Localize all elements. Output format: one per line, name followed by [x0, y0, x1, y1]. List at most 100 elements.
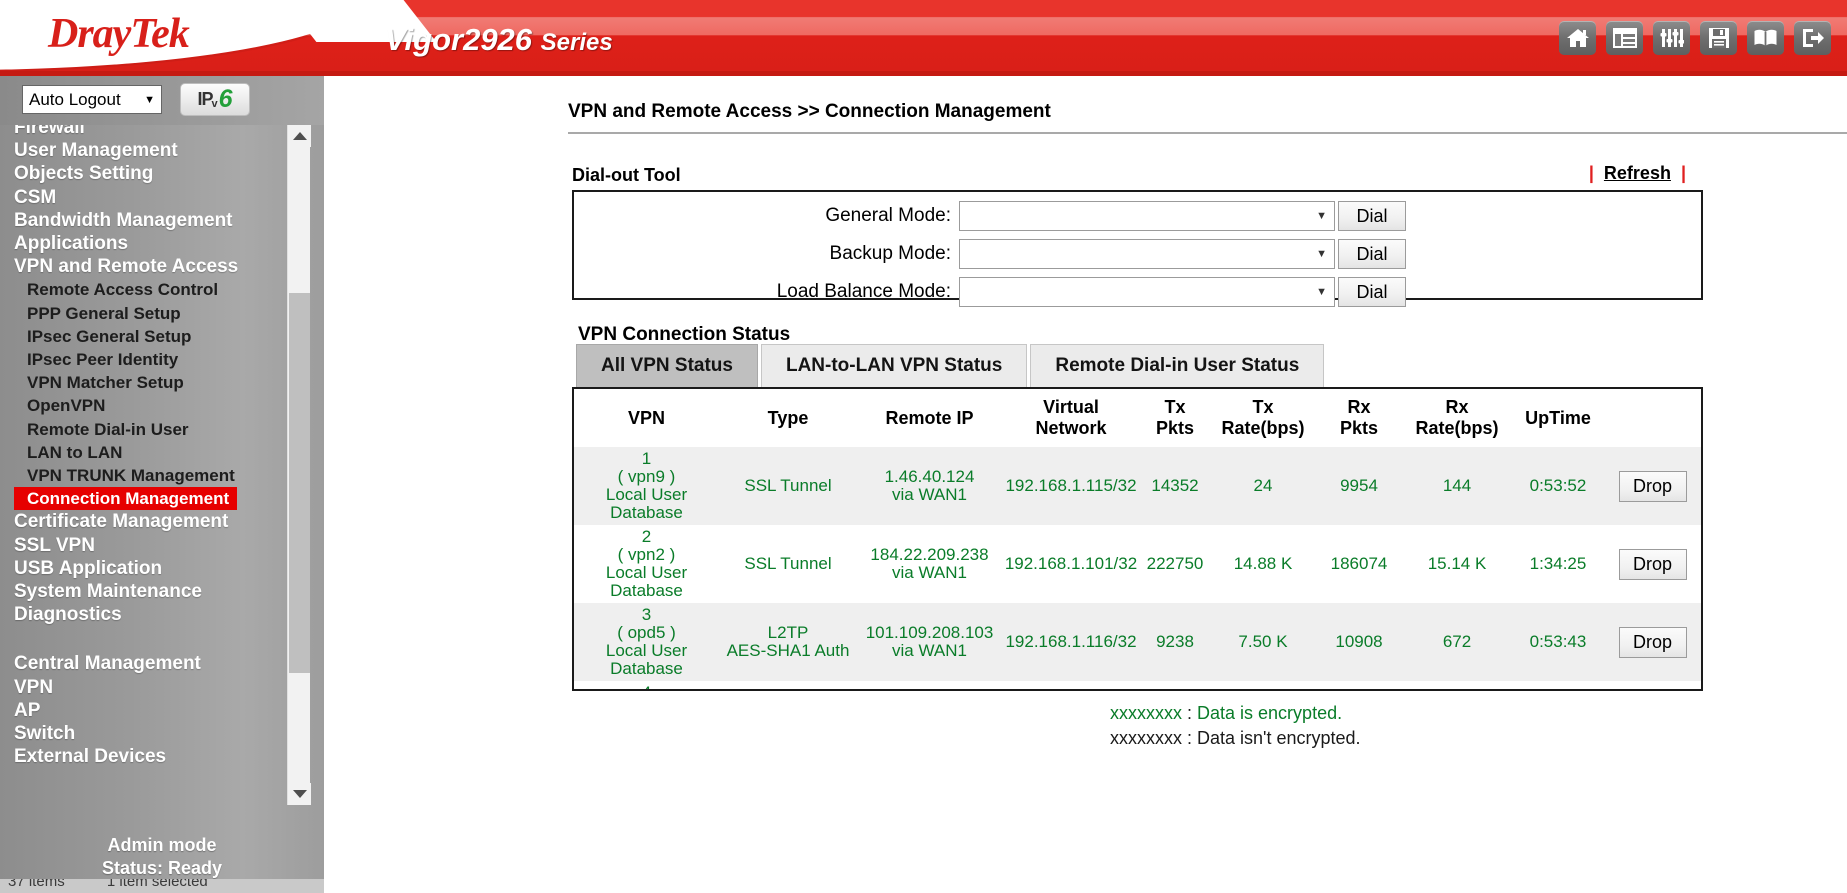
vpn-table-col-line: Rx: [1445, 397, 1469, 417]
sidebar-item-certificate-management[interactable]: Certificate Management: [14, 510, 298, 533]
legend-row: xxxxxxxx : Data isn't encrypted.: [1110, 726, 1361, 751]
sidebar-item-system-maintenance[interactable]: System Maintenance: [14, 580, 298, 603]
dial-out-label: General Mode:: [825, 205, 951, 226]
sidebar-item-bandwidth-management[interactable]: Bandwidth Management: [14, 209, 298, 232]
sidebar-item-switch[interactable]: Switch: [14, 722, 298, 745]
vpn-table-col-tx-rate-bps: Tx Rate(bps): [1210, 389, 1316, 447]
legend-marker: xxxxxxxx: [1110, 728, 1182, 748]
vpn-table-col-line: Type: [767, 407, 809, 428]
sidebar-item-user-management[interactable]: User Management: [14, 139, 298, 162]
chevron-down-icon: ▼: [1316, 210, 1327, 222]
legend-marker: xxxxxxxx: [1110, 703, 1182, 723]
sidebar-item-connection-management[interactable]: Connection Management: [14, 487, 238, 511]
home-icon[interactable]: [1559, 21, 1596, 55]
vpn-remote-ip: 184.22.209.238: [870, 545, 989, 564]
logo-tek: Tek: [130, 11, 189, 57]
ipv6-ip-text: IP: [197, 89, 213, 109]
vpn-type-cell: L2TPAES-SHA1 Auth: [719, 603, 857, 681]
sidebar-item-vpn-trunk-management[interactable]: VPN TRUNK Management: [14, 464, 298, 487]
sidebar-item-firewall[interactable]: Firewall: [14, 125, 298, 139]
vpn-table-col-action: [1604, 389, 1701, 447]
vpn-type-cell: SSL Tunnel: [719, 525, 857, 603]
vpn-rx-pkts-cell: 186074: [1316, 525, 1402, 603]
sidebar-item-ipsec-peer-identity[interactable]: IPsec Peer Identity: [14, 348, 298, 371]
dial-button[interactable]: Dial: [1338, 239, 1406, 269]
ipv6-v-text: v: [211, 97, 218, 110]
vpn-cell: 3( opd5 ) Local User Database: [574, 603, 719, 681]
sidebar-item-usb-application[interactable]: USB Application: [14, 557, 298, 580]
model-series: Series: [540, 29, 613, 56]
sidebar-item-vpn-matcher-setup[interactable]: VPN Matcher Setup: [14, 371, 298, 394]
sidebar: Auto Logout ▼ IP v 6 Firewall User Manageme…: [0, 76, 324, 893]
save-icon[interactable]: [1700, 21, 1737, 55]
sidebar-item-ipsec-general-setup[interactable]: IPsec General Setup: [14, 325, 298, 348]
sidebar-item-applications[interactable]: Applications: [14, 232, 298, 255]
sidebar-item-remote-dial-in-user[interactable]: Remote Dial-in User: [14, 418, 298, 441]
vpn-rx-rate-cell: 672: [1402, 603, 1512, 681]
sliders-icon[interactable]: [1653, 21, 1690, 55]
dial-out-mode-select[interactable]: ▼: [959, 239, 1335, 269]
dial-out-tool-title: Dial-out Tool: [572, 165, 681, 185]
dial-button[interactable]: Dial: [1338, 277, 1406, 307]
vpn-connection-status-title: VPN Connection Status: [578, 324, 791, 345]
manual-icon[interactable]: [1747, 21, 1784, 55]
sidebar-item-ap[interactable]: AP: [14, 699, 298, 722]
dial-out-label: Backup Mode:: [829, 243, 951, 264]
main-content: VPN and Remote Access >> Connection Mana…: [324, 76, 1847, 893]
dial-out-tool-panel: General Mode: ▼ Dial Backup Mode: ▼ Dial Load …: [572, 190, 1703, 307]
vpn-table-col-line: Rx: [1347, 397, 1371, 417]
sidebar-item-openvpn[interactable]: OpenVPN: [14, 394, 298, 417]
sidebar-item-lan-to-lan[interactable]: LAN to LAN: [14, 441, 298, 464]
ipv6-badge[interactable]: IP v 6: [180, 83, 250, 116]
vpn-index: 2: [641, 527, 652, 546]
refresh-link[interactable]: Refresh: [1604, 163, 1671, 183]
vpn-table-col-line: Rate(bps): [1415, 418, 1499, 438]
breadcrumb: VPN and Remote Access >> Connection Mana…: [568, 101, 1051, 122]
sidebar-item-ppp-general-setup[interactable]: PPP General Setup: [14, 302, 298, 325]
sidebar-item-diagnostics[interactable]: Diagnostics: [14, 603, 298, 626]
sidebar-item-ssl-vpn[interactable]: SSL VPN: [14, 534, 298, 557]
vpn-cell: 4( opd3 )Local User Database: [574, 681, 719, 689]
vpn-rx-pkts-cell: 10908: [1316, 603, 1402, 681]
sidebar-menu-gap: [14, 626, 298, 652]
vpn-table-col-line: Tx: [1164, 397, 1186, 417]
dial-out-label: Load Balance Mode:: [776, 281, 951, 302]
chevron-down-icon: ▼: [1316, 248, 1327, 260]
sidebar-item-external-devices[interactable]: External Devices: [14, 745, 298, 768]
logo-dray: Dray: [48, 11, 131, 57]
vpn-action-cell: Drop: [1604, 603, 1701, 681]
tab-remote-dial-in-user-status[interactable]: Remote Dial-in User Status: [1030, 344, 1325, 387]
drop-button[interactable]: Drop: [1618, 548, 1687, 580]
drop-button[interactable]: Drop: [1618, 626, 1687, 658]
vpn-uptime-cell: 0:43:35: [1512, 681, 1604, 689]
vpn-type-line: AES-SHA1 Auth: [726, 641, 850, 660]
dial-button[interactable]: Dial: [1338, 201, 1406, 231]
vpn-table-header-row: VPN Type Remote IP Virtual Network Tx Pkts Tx Ra…: [574, 389, 1701, 447]
app-root: DrayTek Vigor2926 Series Auto Logout ▼ I…: [0, 0, 1847, 893]
sidebar-scrollbar[interactable]: [287, 125, 311, 805]
vpn-index: 3: [641, 605, 652, 624]
sidebar-item-objects-setting[interactable]: Objects Setting: [14, 162, 298, 185]
sidebar-item-vpn-and-remote-access[interactable]: VPN and Remote Access: [14, 255, 298, 278]
encryption-legend: xxxxxxxx : Data is encrypted. xxxxxxxx : …: [1110, 701, 1361, 751]
drop-button[interactable]: Drop: [1618, 470, 1687, 502]
scroll-up-arrow-icon[interactable]: [288, 125, 311, 147]
tab-lan-to-lan-vpn-status[interactable]: LAN-to-LAN VPN Status: [760, 344, 1028, 387]
tab-all-vpn-status[interactable]: All VPN Status: [576, 344, 758, 387]
sidebar-item-csm[interactable]: CSM: [14, 186, 298, 209]
dial-out-mode-select[interactable]: ▼: [959, 277, 1335, 307]
scroll-down-arrow-icon[interactable]: [288, 783, 311, 805]
sidebar-item-central-management[interactable]: Central Management: [14, 652, 298, 675]
sidebar-item-remote-access-control[interactable]: Remote Access Control: [14, 278, 298, 301]
logout-icon[interactable]: [1794, 21, 1831, 55]
auto-logout-select[interactable]: Auto Logout ▼: [22, 85, 162, 114]
vpn-name: ( opd5 ): [617, 623, 676, 642]
refresh-area: | Refresh |: [1579, 163, 1696, 184]
sidebar-item-vpn[interactable]: VPN: [14, 676, 298, 699]
dial-out-mode-select[interactable]: ▼: [959, 201, 1335, 231]
scrollbar-thumb[interactable]: [289, 293, 310, 673]
layout-icon[interactable]: [1606, 21, 1643, 55]
vpn-tx-rate-cell: 14.88 K: [1210, 525, 1316, 603]
vpn-table-col-line: Network: [1035, 418, 1107, 438]
chevron-down-icon: ▼: [1316, 286, 1327, 298]
